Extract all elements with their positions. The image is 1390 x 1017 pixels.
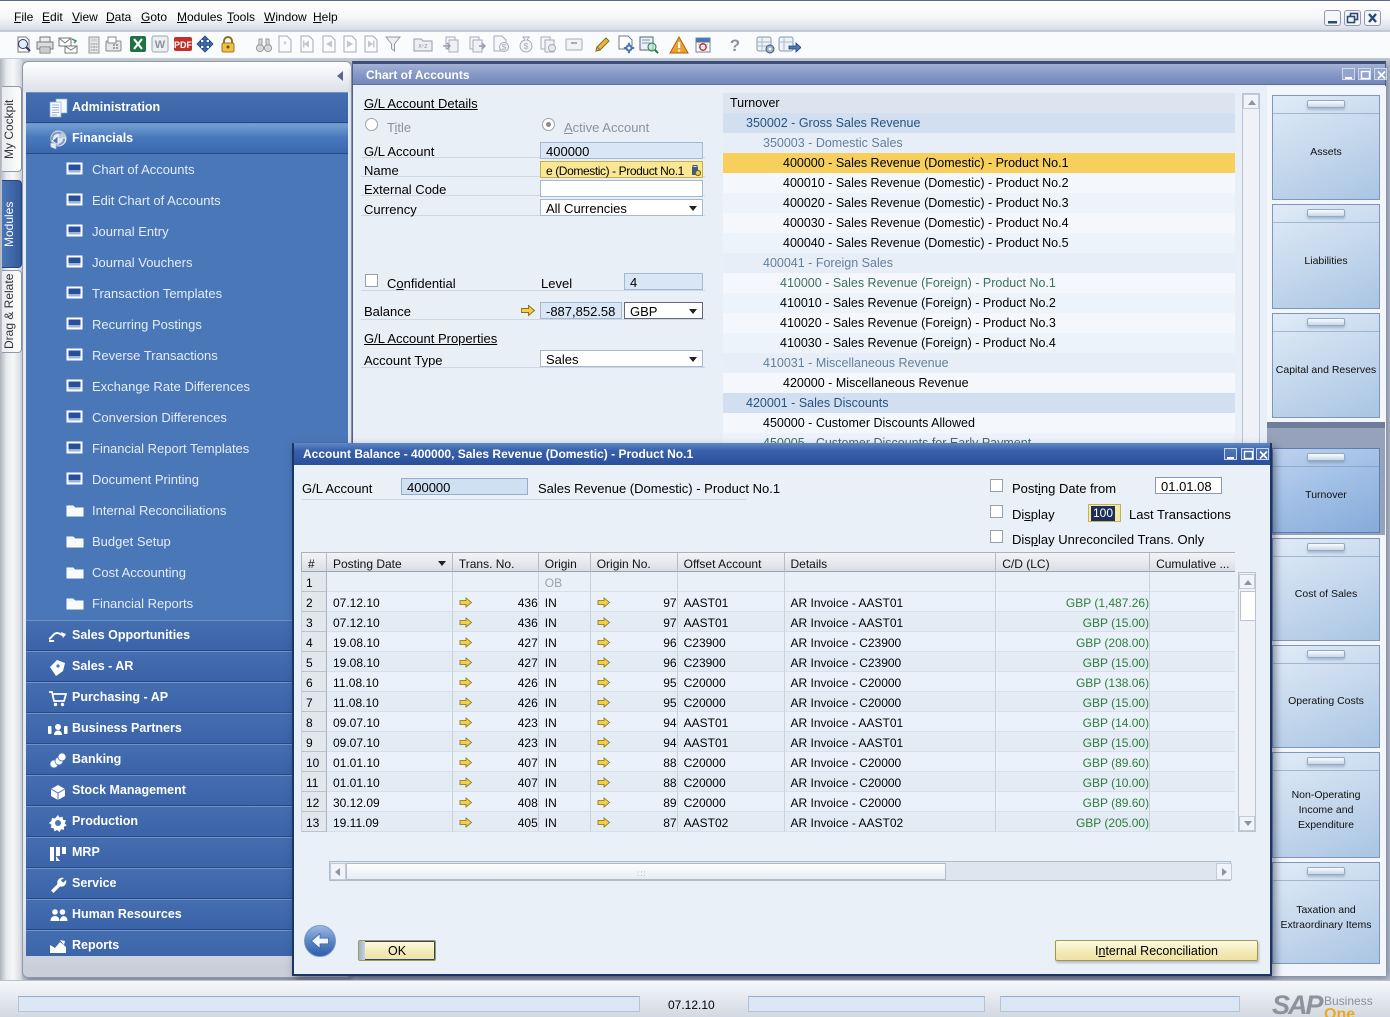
svg-text:x-z: x-z (418, 43, 428, 50)
svg-text:$: $ (502, 43, 507, 52)
svg-text:W: W (155, 39, 166, 51)
svg-text:?: ? (730, 36, 740, 55)
svg-text:*: * (283, 40, 287, 51)
svg-text:$: $ (524, 42, 529, 51)
svg-text:PDF: PDF (174, 40, 193, 50)
